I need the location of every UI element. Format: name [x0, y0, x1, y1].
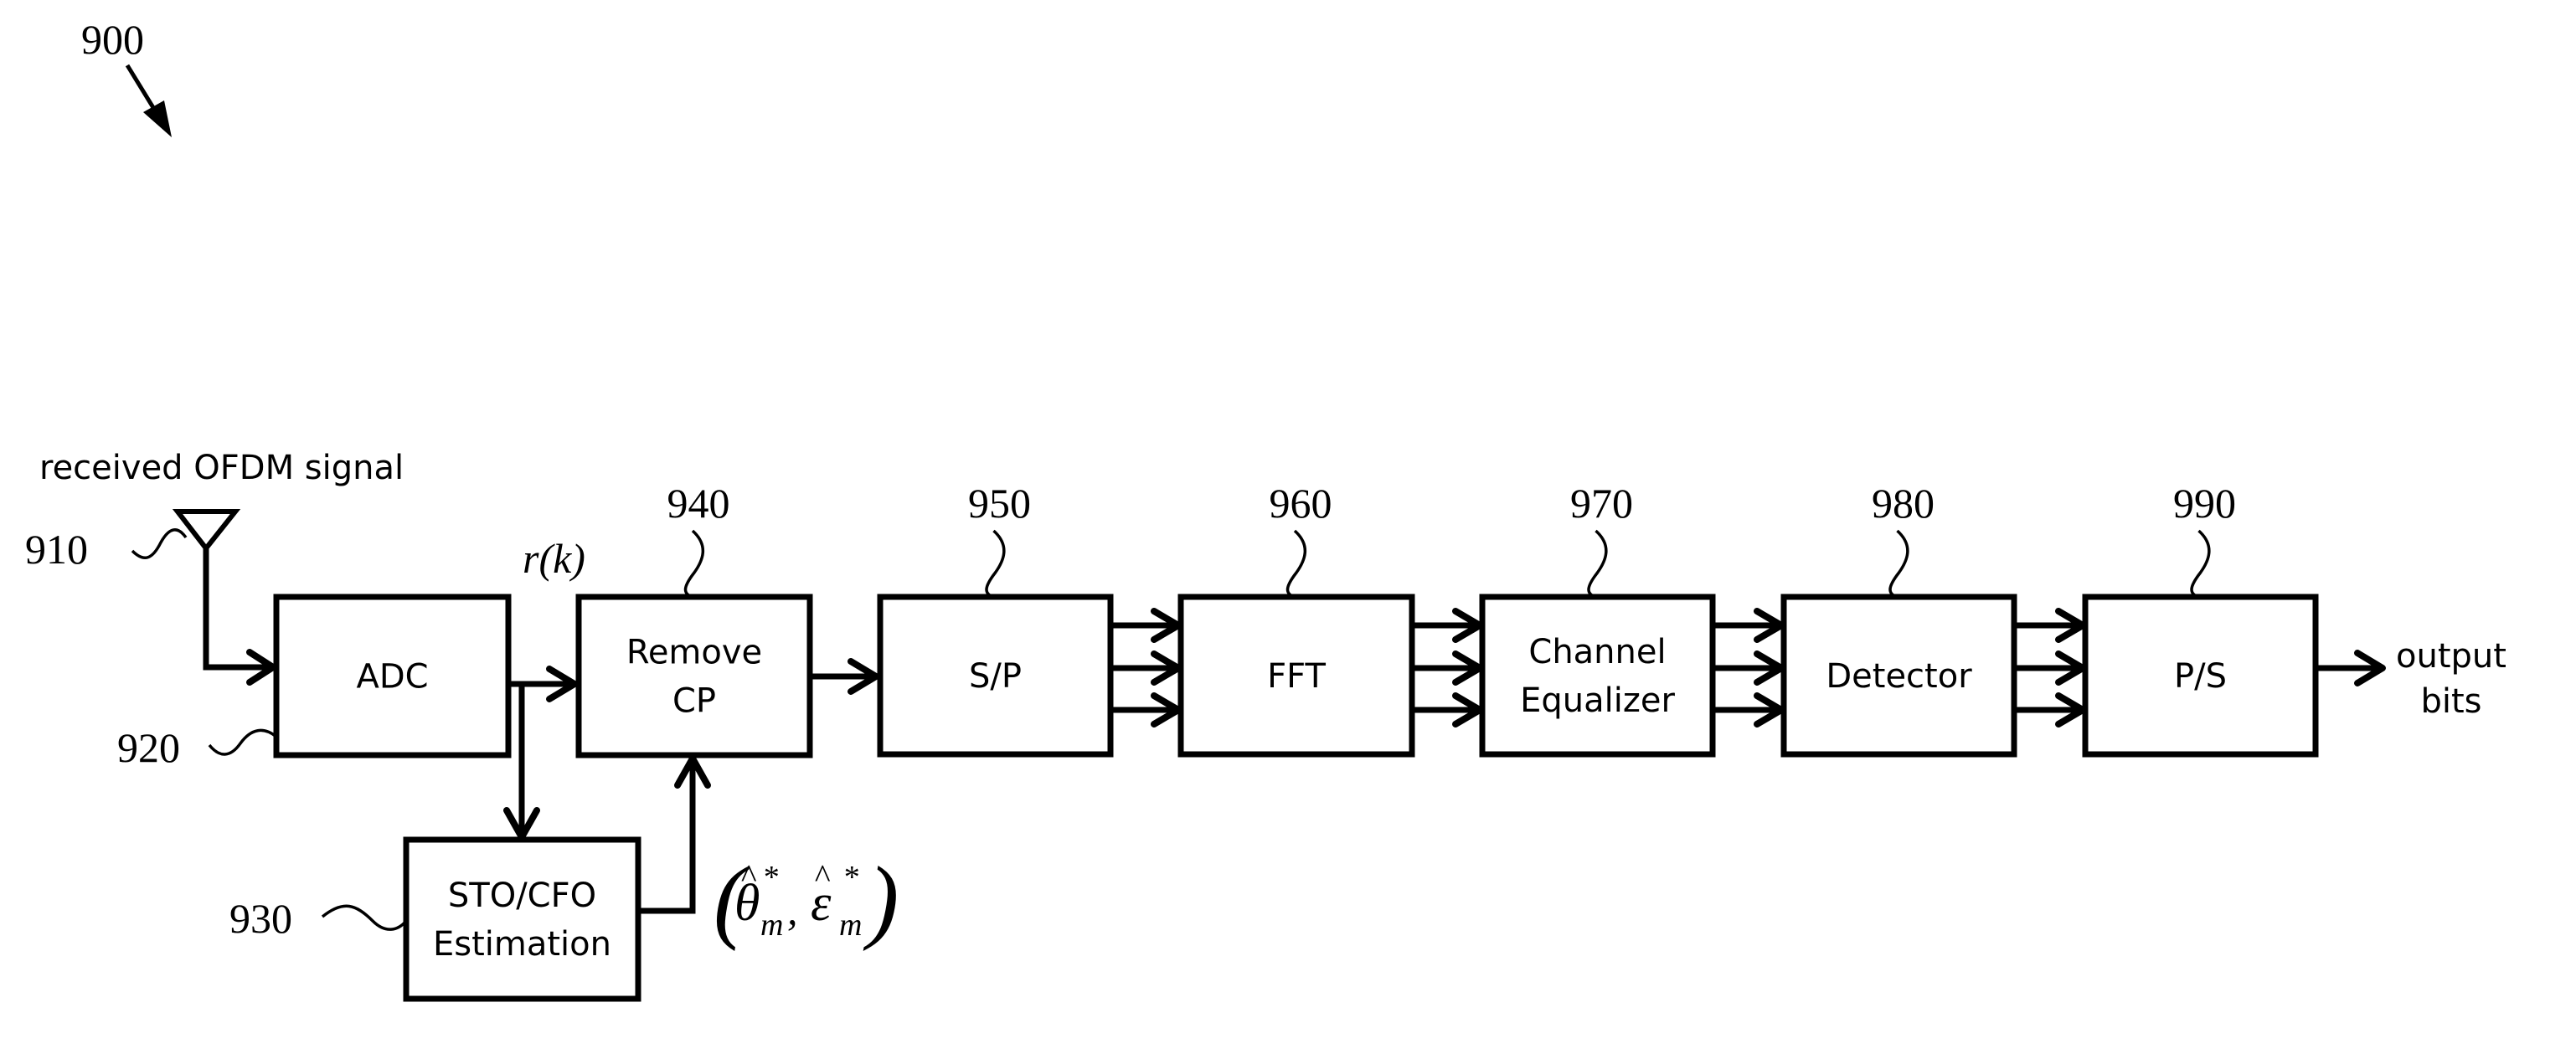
reference-990: 990 [2173, 480, 2236, 527]
block-sp: S/P [877, 594, 1114, 758]
block-sp-label: S/P [969, 657, 1022, 696]
block-ps-label: P/S [2174, 657, 2227, 696]
antenna-reference: 910 [25, 526, 88, 573]
block-fft-label: FFT [1267, 657, 1326, 696]
block-remove-cp-frame [575, 594, 813, 758]
leader-line [683, 529, 704, 599]
reference-970: 970 [1570, 480, 1633, 527]
block-remove-cp-label: CP [672, 682, 716, 721]
antenna-icon [172, 509, 241, 553]
svg-text:): ) [863, 848, 899, 952]
block-channel-equalizer: Channel Equalizer [1479, 594, 1716, 758]
figure-reference-arrow [125, 64, 172, 137]
block-channel-equalizer-label: Channel [1528, 633, 1666, 671]
signal-label: r(k) [523, 535, 585, 582]
block-fft: FFT [1177, 594, 1415, 758]
block-channel-equalizer-frame [1479, 594, 1716, 758]
svg-text:*: * [842, 860, 858, 895]
block-detector-label: Detector [1826, 657, 1972, 696]
reference-950: 950 [968, 480, 1031, 527]
svg-text:m: m [760, 907, 783, 943]
block-sto-cfo-label: STO/CFO [448, 877, 596, 915]
estimate-label: ( θ ^ * m , ε ^ * m ) [714, 848, 899, 952]
parallel-arrows-sp-to-fft [1110, 608, 1182, 728]
block-remove-cp: Remove CP [575, 594, 813, 758]
leader-line [985, 529, 1006, 599]
block-channel-equalizer-label: Equalizer [1520, 681, 1675, 720]
block-sto-cfo-frame [403, 836, 641, 1002]
output-label-line1: output [2396, 637, 2506, 676]
leader-line [208, 728, 278, 756]
leader-line [1285, 529, 1306, 599]
parallel-arrows-channel-equalizer-to-detector [1713, 608, 1785, 728]
leader-line [1888, 529, 1909, 599]
block-adc-label: ADC [356, 658, 428, 697]
ofdm-receiver-diagram: 900 received OFDM signal 910 ADC STO/CFO E… [25, 16, 2506, 1002]
svg-text:,: , [787, 887, 798, 933]
block-sto-cfo-label: Estimation [433, 925, 611, 964]
leader-line [2190, 529, 2211, 599]
reference-940: 940 [667, 480, 730, 527]
leader-line [321, 904, 408, 931]
block-sto-cfo: STO/CFO Estimation [403, 836, 641, 1002]
reference-920: 920 [117, 724, 180, 771]
block-adc: ADC [273, 594, 512, 758]
reference-980: 980 [1872, 480, 1935, 527]
reference-960: 960 [1270, 480, 1332, 527]
parallel-arrows-detector-to-ps [2014, 608, 2086, 728]
svg-text:*: * [762, 860, 778, 895]
output-label-line2: bits [2420, 682, 2481, 721]
parallel-arrows-fft-to-channel-equalizer [1412, 608, 1483, 728]
block-ps: P/S [2082, 594, 2319, 758]
svg-text:m: m [839, 907, 862, 943]
leader-line [1587, 529, 1608, 599]
estimate-feedback-wire [638, 760, 696, 914]
antenna-leader-line [131, 528, 188, 559]
figure-reference: 900 [81, 16, 144, 63]
input-signal-label: received OFDM signal [39, 449, 404, 487]
antenna-to-adc-wire [203, 548, 271, 671]
reference-930: 930 [229, 895, 292, 942]
block-remove-cp-label: Remove [626, 634, 762, 672]
block-detector: Detector [1780, 594, 2017, 758]
